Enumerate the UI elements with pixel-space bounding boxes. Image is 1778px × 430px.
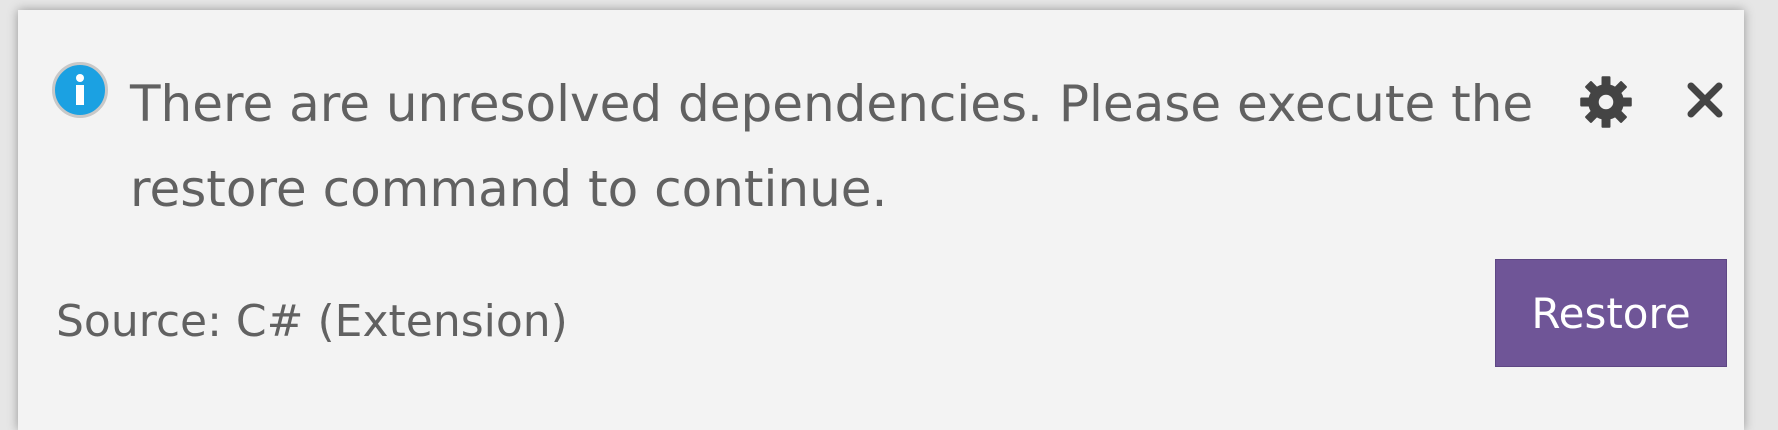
- notification-source: Source: C# (Extension): [56, 296, 568, 347]
- restore-button[interactable]: Restore: [1495, 259, 1727, 367]
- notification-message: There are unresolved dependencies. Pleas…: [130, 75, 1534, 218]
- close-icon[interactable]: [1685, 80, 1725, 120]
- notification-toast: There are unresolved dependencies. Pleas…: [18, 10, 1744, 430]
- info-icon: [52, 62, 108, 118]
- gear-icon[interactable]: [1578, 74, 1634, 130]
